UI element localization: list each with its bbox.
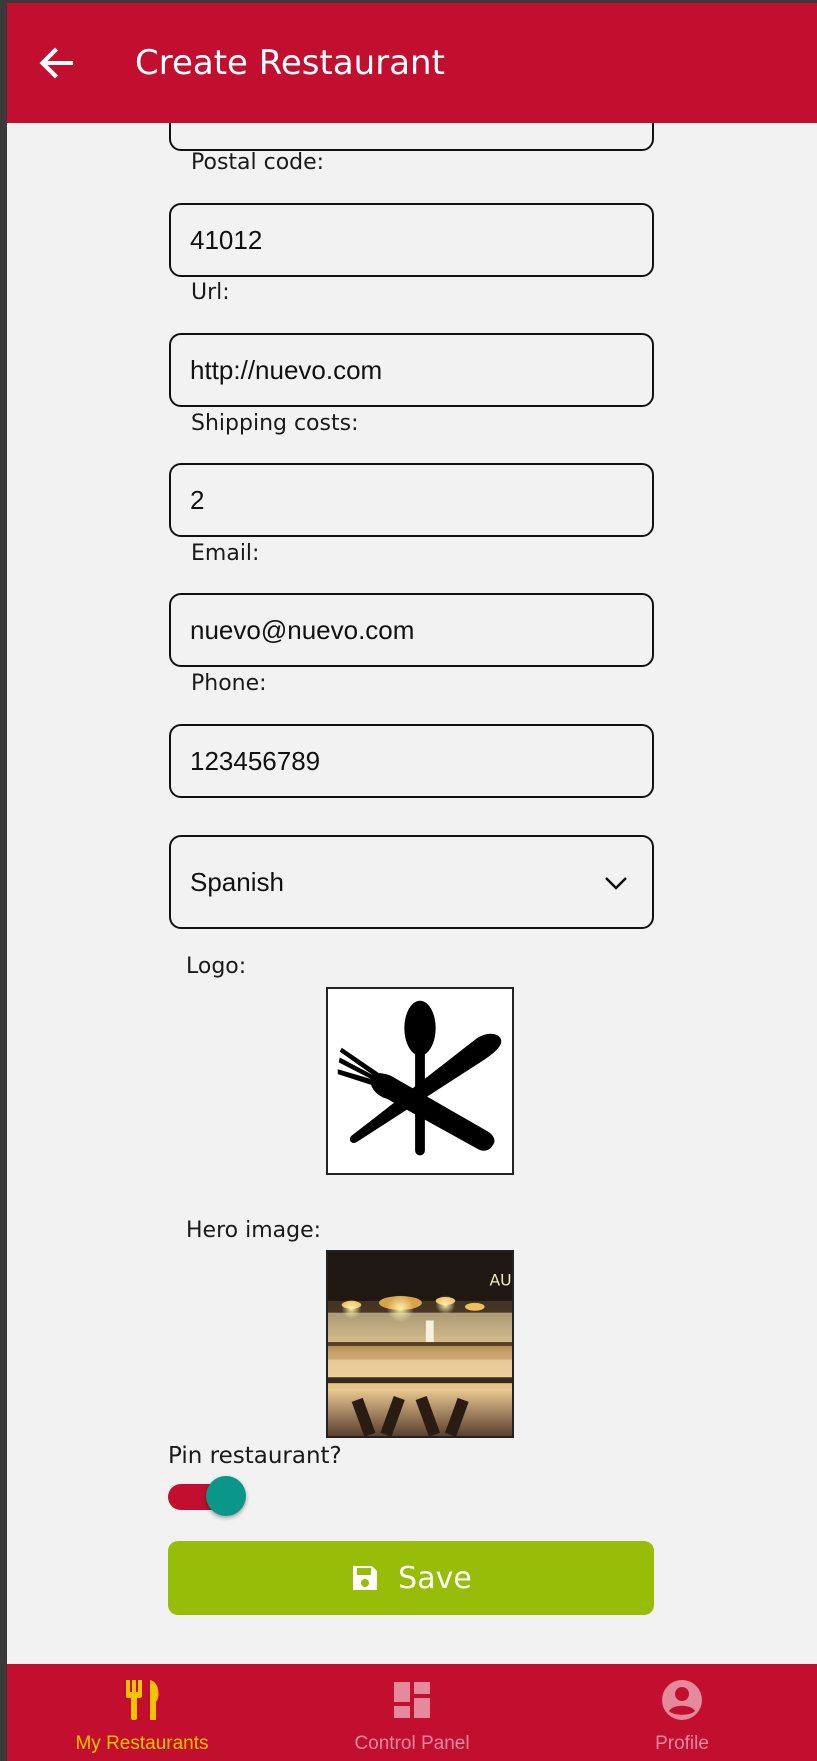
hero-image[interactable]: AU <box>326 1250 514 1438</box>
save-button-label: Save <box>398 1560 472 1596</box>
arrow-left-icon <box>39 47 73 79</box>
back-button[interactable] <box>33 39 81 87</box>
tab-my-restaurants[interactable]: My Restaurants <box>7 1664 277 1761</box>
account-circle-icon <box>662 1680 702 1720</box>
url-input[interactable]: http://nuevo.com <box>169 333 654 407</box>
tab-label: Profile <box>655 1733 709 1754</box>
email-label: Email: <box>191 541 260 566</box>
cutlery-icon <box>126 1680 159 1720</box>
tab-label: My Restaurants <box>75 1733 209 1754</box>
pin-restaurant-toggle[interactable] <box>168 1476 246 1516</box>
tab-profile[interactable]: Profile <box>547 1664 817 1761</box>
shipping-costs-input[interactable]: 2 <box>169 463 654 537</box>
pin-restaurant-label: Pin restaurant? <box>168 1443 342 1469</box>
postal-code-label: Postal code: <box>191 150 325 175</box>
logo-label: Logo: <box>186 954 247 979</box>
cutlery-logo-icon <box>337 1000 502 1156</box>
floppy-disk-icon <box>353 1566 378 1590</box>
hero-image-label: Hero image: <box>186 1218 322 1243</box>
app-bar: Create Restaurant <box>7 3 817 123</box>
url-label: Url: <box>191 280 230 305</box>
dashboard-icon <box>394 1682 430 1718</box>
page-title: Create Restaurant <box>135 43 445 83</box>
tab-label: Control Panel <box>354 1733 470 1754</box>
category-select[interactable]: Spanish <box>169 835 654 929</box>
hero-sign-text: AU <box>489 1270 511 1289</box>
tab-control-panel[interactable]: Control Panel <box>277 1664 547 1761</box>
email-input[interactable]: nuevo@nuevo.com <box>169 593 654 667</box>
category-selected-value: Spanish <box>190 866 284 897</box>
phone-label: Phone: <box>191 671 267 696</box>
chevron-down-icon <box>605 877 627 890</box>
toggle-knob <box>206 1476 246 1516</box>
shipping-costs-label: Shipping costs: <box>191 411 359 436</box>
restaurant-interior-photo: AU <box>328 1252 512 1436</box>
postal-code-input[interactable]: 41012 <box>169 203 654 277</box>
logo-image[interactable] <box>326 987 514 1175</box>
bottom-tab-bar: My Restaurants Control Panel Profile <box>7 1664 817 1761</box>
save-button[interactable]: Save <box>168 1541 654 1615</box>
app-screen: Create Restaurant Postal code: 41012 Url… <box>7 3 817 1761</box>
phone-input[interactable]: 123456789 <box>169 724 654 798</box>
